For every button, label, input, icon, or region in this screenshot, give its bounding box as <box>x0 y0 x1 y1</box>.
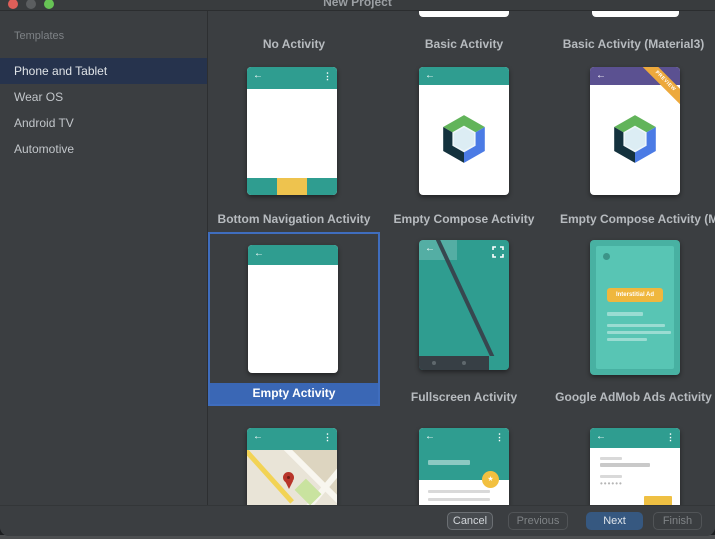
template-thumb-bottom-navigation-activity[interactable]: ← ⋮ <box>247 67 337 195</box>
text-field-line <box>600 463 650 467</box>
sidebar-header: Templates <box>14 30 64 42</box>
template-label-basic-activity[interactable]: Basic Activity <box>380 36 548 52</box>
template-thumb-empty-compose-activity-material3[interactable]: ← PREVIEW <box>590 67 680 195</box>
back-arrow-icon: ← <box>253 70 263 82</box>
thumb-app-bar: ← <box>419 67 509 85</box>
bottom-nav-bar <box>247 178 337 195</box>
compose-logo-icon <box>438 113 490 165</box>
placeholder-line <box>428 498 490 501</box>
cancel-button[interactable]: Cancel <box>447 512 493 530</box>
back-arrow-icon: ← <box>425 431 435 443</box>
back-arrow-icon: ← <box>425 70 435 82</box>
template-thumb-basic-activity-material3[interactable] <box>592 11 679 17</box>
nav-segment <box>247 178 277 195</box>
sidebar-item-android-tv[interactable]: Android TV <box>0 110 207 136</box>
interstitial-ad-badge: Interstitial Ad <box>607 288 663 302</box>
finish-button[interactable]: Finish <box>653 512 702 530</box>
screen: New Project Templates Phone and Tablet W… <box>0 0 715 539</box>
nav-dot <box>432 361 436 365</box>
template-label-empty-compose-activity[interactable]: Empty Compose Activity <box>380 211 548 227</box>
thumb-app-bar: ← ⋮ <box>247 67 337 89</box>
placeholder-line <box>607 312 643 316</box>
template-label-empty-compose-activity-material3[interactable]: Empty Compose Activity (Material3) <box>560 211 715 227</box>
fullscreen-corner <box>489 356 509 370</box>
kebab-menu-icon: ⋮ <box>323 70 332 82</box>
map-pin-icon <box>287 476 290 479</box>
placeholder-line <box>607 331 671 334</box>
template-thumb-basic-activity[interactable] <box>419 11 509 17</box>
template-label-google-admob-ads-activity[interactable]: Google AdMob Ads Activity <box>552 389 715 405</box>
templates-sidebar: Templates Phone and Tablet Wear OS Andro… <box>0 11 207 505</box>
template-label-fullscreen-activity[interactable]: Fullscreen Activity <box>380 389 548 405</box>
title-bar: New Project <box>0 0 715 11</box>
template-label-basic-activity-material3[interactable]: Basic Activity (Material3) <box>552 36 715 52</box>
title-placeholder-line <box>428 460 470 465</box>
fullscreen-expand-icon <box>492 245 504 263</box>
nav-segment-selected <box>277 178 307 195</box>
placeholder-line <box>607 324 665 327</box>
sidebar-item-phone-and-tablet[interactable]: Phone and Tablet <box>0 58 207 84</box>
thumb-app-bar: ← ⋮ <box>590 428 680 448</box>
password-dots: •••••• <box>600 479 623 488</box>
sidebar-divider <box>207 11 208 534</box>
back-arrow-icon: ← <box>596 431 606 443</box>
thumb-app-bar: ← ⋮ <box>247 428 337 450</box>
nav-dot <box>462 361 466 365</box>
previous-button[interactable]: Previous <box>508 512 568 530</box>
sidebar-item-wear-os[interactable]: Wear OS <box>0 84 207 110</box>
kebab-menu-icon: ⋮ <box>666 431 675 443</box>
nav-segment <box>307 178 337 195</box>
admob-screen: Interstitial Ad <box>596 246 674 369</box>
thumb-app-bar: ← <box>248 245 338 265</box>
new-project-dialog: New Project Templates Phone and Tablet W… <box>0 0 715 536</box>
next-button[interactable]: Next <box>586 512 643 530</box>
back-arrow-icon: ← <box>253 431 263 443</box>
camera-dot <box>603 253 610 260</box>
template-thumb-google-admob-ads-activity[interactable]: Interstitial Ad <box>590 240 680 375</box>
template-label-bottom-navigation-activity[interactable]: Bottom Navigation Activity <box>210 211 378 227</box>
selected-template-label: Empty Activity <box>210 383 378 404</box>
template-thumb-empty-activity[interactable]: ← <box>248 245 338 373</box>
template-label-no-activity[interactable]: No Activity <box>210 36 378 52</box>
back-arrow-icon: ← <box>425 243 435 255</box>
placeholder-line <box>607 338 647 341</box>
sidebar-item-automotive[interactable]: Automotive <box>0 136 207 162</box>
window-title: New Project <box>0 0 715 9</box>
kebab-menu-icon: ⋮ <box>323 431 332 443</box>
back-arrow-icon: ← <box>596 70 606 82</box>
dialog-footer: Cancel Previous Next Finish <box>0 505 715 536</box>
template-thumb-empty-compose-activity[interactable]: ← <box>419 67 509 195</box>
field-label-line <box>600 475 622 478</box>
sidebar-list: Phone and Tablet Wear OS Android TV Auto… <box>0 58 207 162</box>
compose-logo-icon <box>609 113 661 165</box>
template-thumb-fullscreen-activity[interactable]: ← <box>419 240 509 370</box>
kebab-menu-icon: ⋮ <box>495 431 504 443</box>
field-label-line <box>600 457 622 460</box>
template-gallery: No Activity Basic Activity Basic Activit… <box>208 11 715 534</box>
placeholder-line <box>428 490 490 493</box>
back-arrow-icon: ← <box>254 248 264 260</box>
fab-star-icon: ★ <box>482 471 499 488</box>
